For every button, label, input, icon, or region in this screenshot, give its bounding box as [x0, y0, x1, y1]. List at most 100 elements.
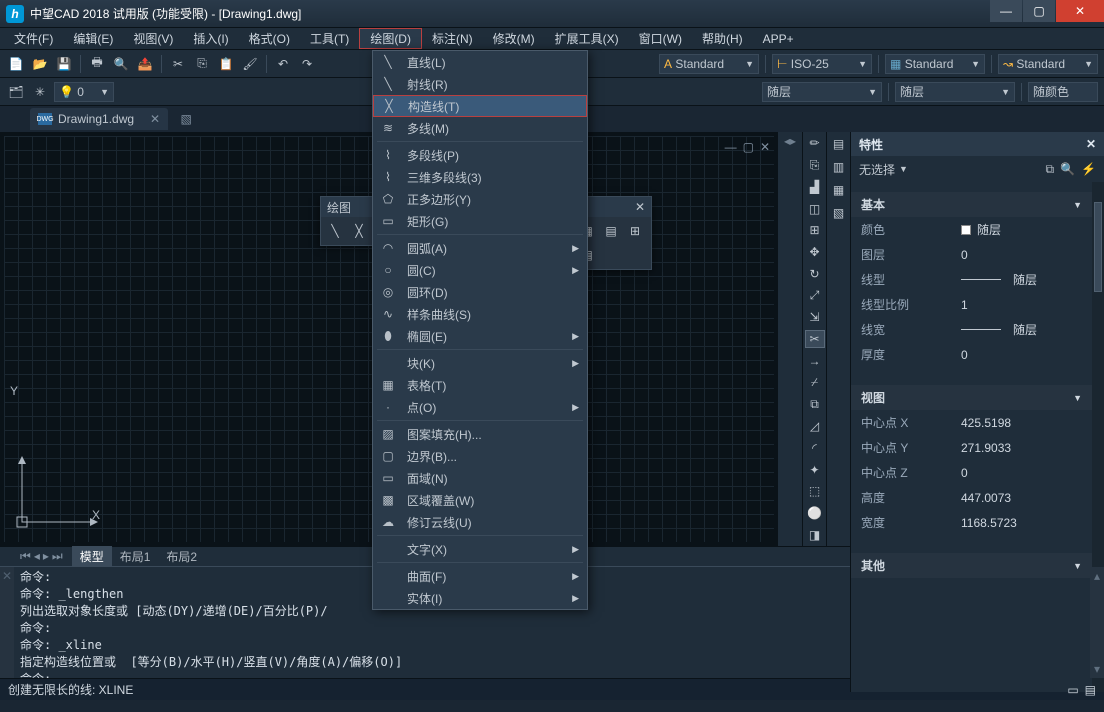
menu-文件[interactable]: 文件(F) [4, 28, 63, 49]
draw-toolbar[interactable]: 绘图 ╲ ╳ [320, 196, 374, 246]
prop-row[interactable]: 高度447.0073 [851, 485, 1092, 510]
layer-combo[interactable]: 💡 0▼ [54, 82, 114, 102]
chamfer-icon[interactable]: ◿ [805, 417, 825, 436]
menu-item[interactable]: ▩区域覆盖(W) [373, 489, 587, 511]
dimstyle-combo[interactable]: ⊢ ISO-25▼ [772, 54, 872, 74]
tool-icon[interactable]: ⚪ [805, 504, 825, 523]
status-icon[interactable]: ▤ [1085, 683, 1096, 697]
stretch-icon[interactable]: ⇲ [805, 308, 825, 327]
menu-修改[interactable]: 修改(M) [483, 28, 545, 49]
open-icon[interactable]: 📂 [30, 54, 50, 74]
print-icon[interactable]: 🖶 [87, 54, 107, 74]
fillet-icon[interactable]: ◜ [805, 438, 825, 457]
tool-icon[interactable]: ◨ [805, 525, 825, 544]
menu-item[interactable]: ◠圆弧(A)▶ [373, 237, 587, 259]
prop-row[interactable]: 中心点 Z0 [851, 460, 1092, 485]
break-icon[interactable]: ⌿ [805, 373, 825, 392]
tab-last-icon[interactable]: ⏭ [52, 549, 63, 564]
menu-item[interactable]: ⬠正多边形(Y) [373, 188, 587, 210]
scale-icon[interactable]: ⤢ [805, 286, 825, 305]
menu-item[interactable]: ╲直线(L) [373, 51, 587, 73]
menu-帮助[interactable]: 帮助(H) [692, 28, 753, 49]
menu-item[interactable]: ▢边界(B)... [373, 445, 587, 467]
close-tab-icon[interactable]: ✕ [150, 112, 160, 126]
menu-绘图[interactable]: 绘图(D) [359, 28, 422, 49]
plotcolor-combo[interactable]: 随颜色 [1028, 82, 1098, 102]
tab-prev-icon[interactable]: ◂ [34, 549, 40, 564]
trim-icon[interactable]: ✂ [805, 330, 825, 349]
menu-格式[interactable]: 格式(O) [239, 28, 300, 49]
prop-section[interactable]: 视图▼ [851, 385, 1092, 410]
save-icon[interactable]: 💾 [54, 54, 74, 74]
line-icon[interactable]: ╲ [325, 221, 345, 241]
prop-row[interactable]: 线型比例1 [851, 292, 1092, 317]
mlstyle-combo[interactable]: ↝ Standard▼ [998, 54, 1098, 74]
explode-icon[interactable]: ✦ [805, 460, 825, 479]
tab-first-icon[interactable]: ⏮ [20, 549, 31, 564]
close-button[interactable]: ✕ [1056, 0, 1104, 22]
quickselect-icon[interactable]: 🔍 [1060, 162, 1075, 177]
doc-max-icon[interactable]: ▢ [743, 140, 754, 154]
match-icon[interactable]: 🖌 [240, 54, 260, 74]
pick-icon[interactable]: ⧉ [1046, 162, 1055, 177]
cmd-scrollbar[interactable]: ▴▾ [1090, 567, 1104, 678]
menu-标注[interactable]: 标注(N) [422, 28, 483, 49]
textstyle-combo[interactable]: A Standard▼ [659, 54, 759, 74]
prop-row[interactable]: 图层0 [851, 242, 1092, 267]
layout-tab[interactable]: 布局1 [112, 546, 159, 567]
menu-item[interactable]: ○圆(C)▶ [373, 259, 587, 281]
layer-icon[interactable]: ▦ [829, 180, 849, 200]
layer-icon[interactable]: ▧ [829, 203, 849, 223]
menu-item[interactable]: ◎圆环(D) [373, 281, 587, 303]
menu-APP+[interactable]: APP+ [753, 28, 804, 49]
menu-item[interactable]: 块(K)▶ [373, 352, 587, 374]
extend-icon[interactable]: → [805, 351, 825, 370]
menu-item[interactable]: ·点(O)▶ [373, 396, 587, 418]
prop-row[interactable]: 中心点 Y271.9033 [851, 435, 1092, 460]
menu-工具[interactable]: 工具(T) [300, 28, 359, 49]
layer-icon[interactable]: ▥ [829, 157, 849, 177]
menu-item[interactable]: ╲射线(R) [373, 73, 587, 95]
menu-item[interactable]: 文字(X)▶ [373, 538, 587, 560]
menu-item[interactable]: ▭面域(N) [373, 467, 587, 489]
status-icon[interactable]: ▭ [1067, 683, 1078, 697]
move-icon[interactable]: ✥ [805, 243, 825, 262]
prop-row[interactable]: 中心点 X425.5198 [851, 410, 1092, 435]
menu-插入[interactable]: 插入(I) [183, 28, 238, 49]
menu-item[interactable]: ╳构造线(T) [373, 95, 587, 117]
mirror-icon[interactable]: ▟ [805, 177, 825, 196]
close-toolbar-icon[interactable]: ✕ [635, 200, 645, 214]
menu-item[interactable]: ▨图案填充(H)... [373, 423, 587, 445]
prop-section[interactable]: 基本▼ [851, 192, 1092, 217]
menu-扩展工具[interactable]: 扩展工具(X) [545, 28, 629, 49]
doc-close-icon[interactable]: ✕ [760, 140, 770, 154]
document-tab[interactable]: DWG Drawing1.dwg ✕ [30, 108, 168, 130]
eraser-icon[interactable]: ✏ [805, 134, 825, 153]
prop-row[interactable]: 厚度0 [851, 342, 1092, 367]
new-tab-button[interactable]: ▧ [178, 111, 194, 127]
copy-tool-icon[interactable]: ⎘ [805, 156, 825, 175]
undo-icon[interactable]: ↶ [273, 54, 293, 74]
redo-icon[interactable]: ↷ [297, 54, 317, 74]
menu-item[interactable]: 曲面(F)▶ [373, 565, 587, 587]
menu-item[interactable]: ∿样条曲线(S) [373, 303, 587, 325]
paste-icon[interactable]: 📋 [216, 54, 236, 74]
rotate-icon[interactable]: ↻ [805, 264, 825, 283]
linetype-combo[interactable]: 随层▼ [762, 82, 882, 102]
prop-row[interactable]: 宽度1168.5723 [851, 510, 1092, 535]
join-icon[interactable]: ⧉ [805, 395, 825, 414]
doc-min-icon[interactable]: — [725, 140, 737, 154]
new-icon[interactable]: 📄 [6, 54, 26, 74]
minimize-button[interactable]: — [990, 0, 1022, 22]
close-panel-icon[interactable]: ✕ [1086, 137, 1096, 151]
prop-row[interactable]: 线宽随层 [851, 317, 1092, 342]
menu-item[interactable]: ≋多线(M) [373, 117, 587, 139]
menu-item[interactable]: ▭矩形(G) [373, 210, 587, 232]
layout-tab[interactable]: 布局2 [158, 546, 205, 567]
tool-icon[interactable]: ▤ [601, 221, 621, 241]
layer-manager-icon[interactable]: 🗂 [6, 82, 26, 102]
menu-item[interactable]: ⬮椭圆(E)▶ [373, 325, 587, 347]
tool-icon[interactable]: ⊞ [625, 221, 645, 241]
tab-next-icon[interactable]: ▸ [43, 549, 49, 564]
lineweight-combo[interactable]: 随层▼ [895, 82, 1015, 102]
